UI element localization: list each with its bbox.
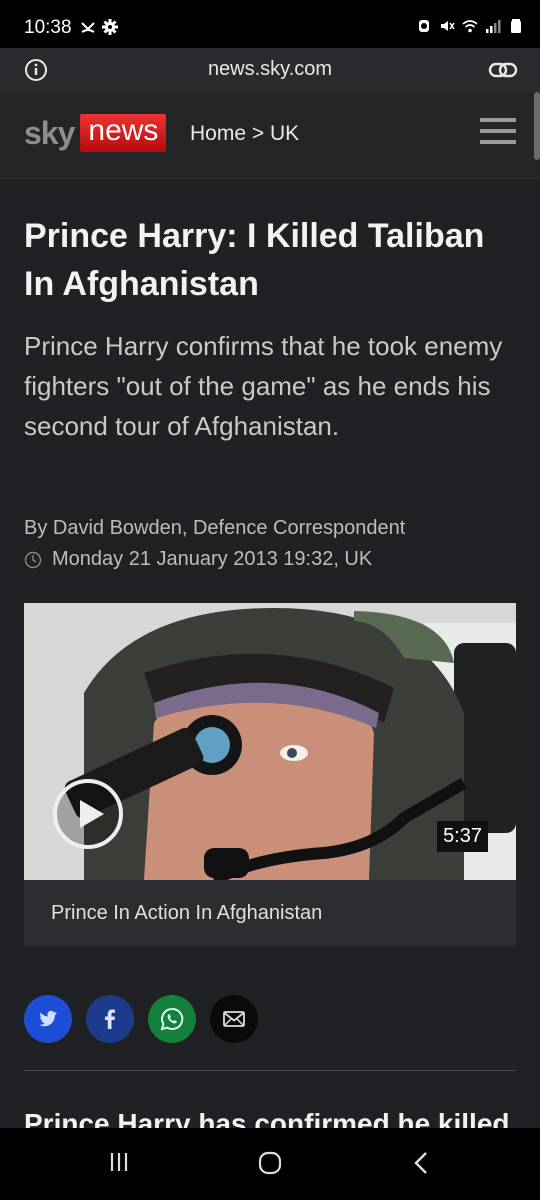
site-header: sky news Home > UK (0, 92, 540, 179)
logo-news-text: news (80, 114, 167, 152)
back-icon[interactable] (410, 1150, 432, 1176)
sky-news-logo[interactable]: sky news (24, 114, 167, 152)
article-headline: Prince Harry: I Killed Taliban In Afghan… (24, 217, 485, 303)
share-bar (24, 995, 258, 1043)
missed-call-icon (81, 22, 95, 33)
facebook-share-button[interactable] (86, 995, 134, 1043)
video-caption: Prince In Action In Afghanistan (51, 902, 323, 924)
breadcrumb[interactable]: Home > UK (190, 122, 299, 146)
article-standfirst: Prince Harry confirms that he took enemy… (24, 331, 503, 441)
mute-icon (441, 21, 455, 31)
whatsapp-icon (160, 1007, 184, 1031)
url-text[interactable]: news.sky.com (0, 58, 540, 81)
content-divider (24, 1070, 516, 1071)
article-dateline: Monday 21 January 2013 19:32, UK (24, 548, 372, 571)
clock-icon (24, 551, 42, 568)
home-icon[interactable] (257, 1150, 283, 1176)
gear-icon (102, 19, 118, 35)
logo-sky-text: sky (24, 114, 75, 151)
article-byline: By David Bowden, Defence Correspondent (24, 517, 406, 539)
play-icon[interactable] (52, 778, 124, 850)
recent-apps-icon[interactable] (107, 1150, 131, 1174)
status-time: 10:38 (24, 17, 72, 38)
whatsapp-share-button[interactable] (148, 995, 196, 1043)
twitter-share-button[interactable] (24, 995, 72, 1043)
video-duration: 5:37 (437, 821, 488, 852)
email-icon (223, 1011, 245, 1027)
system-nav-bar (0, 1128, 540, 1200)
article-date: Monday 21 January 2013 19:32, UK (52, 548, 373, 570)
alarm-icon (419, 20, 429, 32)
scrollbar-thumb[interactable] (534, 92, 540, 160)
video-player[interactable]: 5:37 (24, 603, 516, 880)
browser-url-bar: news.sky.com (0, 48, 540, 92)
link-icon[interactable] (488, 58, 518, 82)
video-caption-box: Prince In Action In Afghanistan (24, 880, 516, 946)
signal-icon (486, 20, 501, 33)
status-bar: 10:38 (0, 0, 540, 48)
wifi-icon (462, 20, 478, 33)
email-share-button[interactable] (210, 995, 258, 1043)
battery-icon (511, 19, 521, 33)
facebook-icon (105, 1009, 115, 1029)
twitter-icon (39, 1010, 57, 1027)
hamburger-menu-icon[interactable] (480, 118, 516, 146)
